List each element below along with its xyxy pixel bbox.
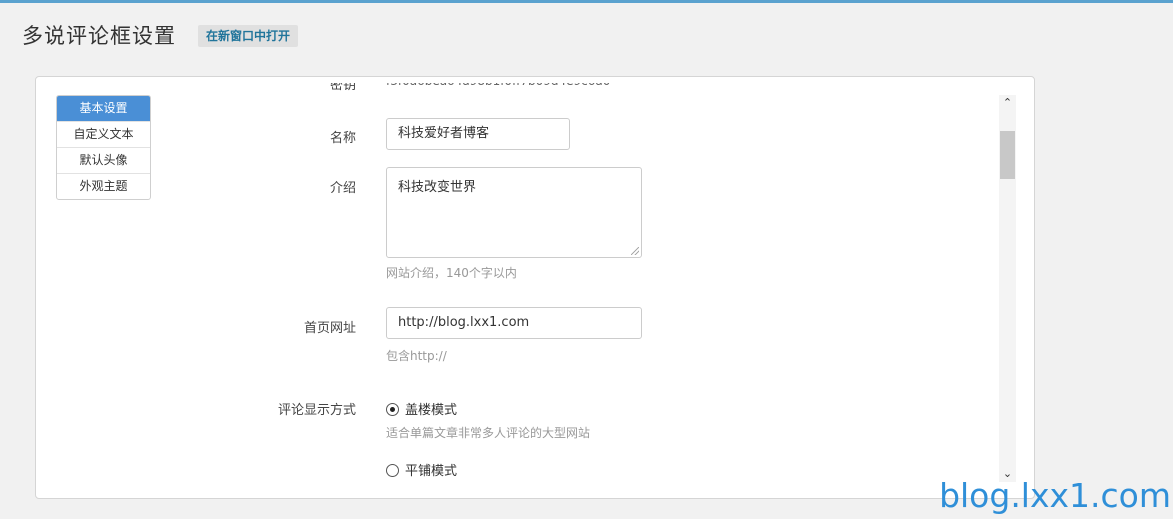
top-accent-bar [0,0,1173,3]
cutoff-row-value: f3f0a6bea64a98b1f0ff7b09d4e9c6a0 [386,83,610,93]
intro-hint: 网站介绍，140个字以内 [386,266,517,280]
scroll-up-arrow-icon[interactable]: ⌃ [999,95,1016,111]
homepage-input[interactable]: http://blog.lxx1.com [386,307,642,339]
floor-mode-description: 适合单篇文章非常多人评论的大型网站 [386,426,591,440]
radio-floor-mode-label: 盖楼模式 [405,403,458,418]
open-in-new-window-button[interactable]: 在新窗口中打开 [198,25,299,47]
homepage-label: 首页网址 [303,321,356,336]
resize-grip-icon[interactable] [631,247,639,255]
form-content: 密钥 f3f0a6bea64a98b1f0ff7b09d4e9c6a0 名称 科… [36,77,996,498]
intro-textarea-value: 科技改变世界 [398,180,477,195]
intro-textarea[interactable]: 科技改变世界 [386,167,642,258]
cutoff-row-value-text: f3f0a6bea64a98b1f0ff7b09d4e9c6a0 [386,83,610,88]
display-mode-label: 评论显示方式 [277,403,356,418]
radio-unchecked-icon [386,464,399,477]
intro-label: 介绍 [329,181,356,196]
cutoff-row-label: 密钥 [36,83,356,93]
page-title: 多说评论框设置 [22,24,176,48]
vertical-scrollbar[interactable]: ⌃ ⌄ [999,95,1016,482]
name-label: 名称 [329,131,356,146]
cutoff-row-label-text: 密钥 [329,83,356,93]
settings-panel: 基本设置 自定义文本 默认头像 外观主题 密钥 f3f0a6bea64a98b1… [35,76,1035,499]
radio-flat-mode-label: 平铺模式 [405,464,458,479]
radio-flat-mode[interactable]: 平铺模式 [386,460,457,479]
radio-checked-icon [386,403,399,416]
site-watermark: blog.lxx1.com [939,476,1171,515]
radio-floor-mode[interactable]: 盖楼模式 [386,399,457,418]
homepage-hint: 包含http:// [386,349,447,363]
name-input[interactable]: 科技爱好者博客 [386,118,570,150]
scrollbar-thumb[interactable] [1000,131,1015,179]
